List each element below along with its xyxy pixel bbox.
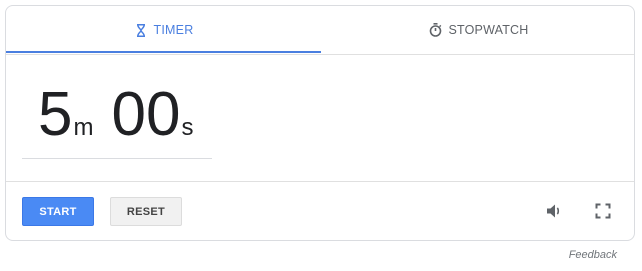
stopwatch-icon xyxy=(428,23,442,37)
fullscreen-icon[interactable] xyxy=(592,200,614,222)
hourglass-icon xyxy=(134,23,148,37)
controls-divider xyxy=(6,181,634,182)
timer-card: TIMER STOPWATCH 5m 00s START RESET xyxy=(5,5,635,241)
tab-timer[interactable]: TIMER xyxy=(6,6,321,54)
timer-minutes: 5 xyxy=(38,80,73,149)
timer-minutes-unit: m xyxy=(73,114,94,141)
active-tab-indicator xyxy=(6,51,321,53)
tab-bar: TIMER STOPWATCH xyxy=(6,6,634,55)
reset-button[interactable]: RESET xyxy=(110,197,182,226)
timer-display[interactable]: 5m 00s xyxy=(22,84,212,159)
tab-timer-label: TIMER xyxy=(153,23,194,37)
feedback-link[interactable]: Feedback xyxy=(569,249,617,261)
tab-stopwatch-label: STOPWATCH xyxy=(448,23,529,37)
volume-icon[interactable] xyxy=(543,200,565,222)
start-button[interactable]: START xyxy=(22,197,94,226)
timer-seconds-unit: s xyxy=(181,114,194,141)
timer-seconds: 00 xyxy=(111,80,181,149)
tab-stopwatch[interactable]: STOPWATCH xyxy=(321,6,636,54)
